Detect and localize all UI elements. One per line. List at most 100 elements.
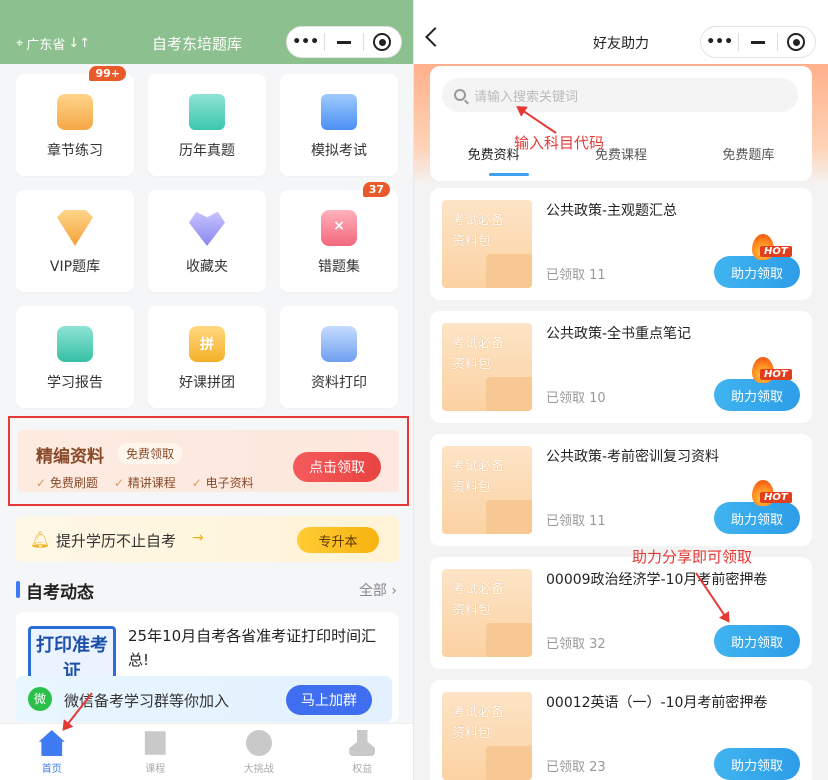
tile-mock-exam[interactable]: 模拟考试 [280,74,398,176]
tile-wrong-questions[interactable]: 37 × 错题集 [280,182,398,292]
miniprogram-capsule: ••• [700,26,816,58]
join-group-button[interactable]: 马上加群 [286,685,372,715]
course-book-icon [144,731,166,755]
search-icon [454,89,466,101]
materials-thumbnail: 考试必备 资料包 [442,323,532,411]
tile-study-report[interactable]: 学习报告 [16,306,134,408]
tab-home[interactable]: 首页 [0,724,104,780]
tab-free-question-bank[interactable]: 免费题库 [685,144,812,163]
document-icon [321,94,357,130]
materials-thumbnail: 考试必备 资料包 [442,692,532,780]
tile-label: 好课拼团 [179,375,235,391]
user-icon [349,730,376,756]
promo-feature: 电子资料 [192,474,254,491]
category-tabs: 免费资料 免费课程 免费题库 [430,144,812,163]
app-header: ⌖ 广东省 ↓↑ 自考东培题库 ••• [0,0,414,64]
search-placeholder: 请输入搜索关键词 [474,89,579,105]
feature-grid: 99+ 章节练习 历年真题 模拟考试 VIP题库 收藏夹 37 × 错题集 学习报告 … [16,66,399,408]
item-title: 00012英语（一）-10月考前密押卷 [546,695,768,711]
tab-label: 大挑战 [243,764,274,775]
claimed-count: 已领取 11 [546,268,606,283]
promo-tag: 免费领取 [118,443,183,464]
highlighted-promo-box: 精编资料 免费领取 免费刷题 精讲课程 电子资料 点击领取 [8,416,409,506]
materials-thumbnail: 考试必备 资料包 [442,446,532,534]
wechat-icon: 微 [28,687,52,711]
report-icon [57,326,93,362]
more-button[interactable]: ••• [287,27,324,57]
upgrade-button[interactable]: 专升本 [297,527,379,553]
promo-feature: 精讲课程 [114,474,176,491]
list-item[interactable]: 考试必备 资料包 公共政策-考前密训复习资料 已领取 11 助力领取 HOT [430,434,812,546]
list-item[interactable]: 考试必备 资料包 公共政策-主观题汇总 已领取 11 助力领取 HOT [430,188,812,300]
tile-group-buy[interactable]: 拼好课拼团 [148,306,266,408]
search-input[interactable]: 请输入搜索关键词 [442,78,798,112]
tab-challenge[interactable]: 大挑战 [207,724,311,780]
assist-claim-button[interactable]: 助力领取 [714,625,800,657]
list-item[interactable]: 考试必备 资料包 00009政治经济学-10月考前密押卷 已领取 32 助力领取 [430,557,812,669]
upgrade-education-banner[interactable]: 🔔︎ 提升学历不止自考 → 专升本 [16,516,399,562]
arrow-right-icon: → [192,530,204,546]
more-button[interactable]: ••• [701,27,738,57]
envelope-icon [486,746,532,780]
page-header: 好友助力 ••• [414,0,828,64]
list-item[interactable]: 考试必备 资料包 公共政策-全书重点笔记 已领取 10 助力领取 HOT [430,311,812,423]
book-icon [57,94,93,130]
search-and-tabs-card: 请输入搜索关键词 免费资料 免费课程 免费题库 [430,66,812,181]
tile-chapter-practice[interactable]: 99+ 章节练习 [16,66,134,176]
tile-label: 错题集 [318,259,360,275]
diamond-icon [57,210,93,246]
tab-courses[interactable]: 课程 [104,724,208,780]
list-item[interactable]: 考试必备 资料包 00012英语（一）-10月考前密押卷 已领取 23 助力领取 [430,680,812,780]
hot-badge: HOT [750,234,798,264]
tab-benefits[interactable]: 权益 [311,724,415,780]
minimize-icon [336,40,351,44]
close-button[interactable] [778,27,815,57]
claim-button[interactable]: 点击领取 [293,452,381,482]
tile-label: 资料打印 [311,375,367,391]
bell-icon: 🔔︎ [30,530,51,549]
wrong-book-icon: × [321,210,357,246]
minimize-button[interactable] [739,27,776,57]
close-circle-icon [787,33,806,51]
envelope-icon [486,500,532,534]
more-dots-icon: ••• [706,34,734,50]
close-button[interactable] [364,27,401,57]
tile-vip-bank[interactable]: VIP题库 [16,190,134,292]
group-buy-icon: 拼 [189,326,225,362]
section-accent-bar [16,581,20,598]
promo-feature: 免费刷题 [36,474,98,491]
hot-badge: HOT [750,357,798,387]
assist-claim-button[interactable]: 助力领取 [714,748,800,780]
heart-star-icon [189,211,225,246]
share-hint-annotation: 助力分享即可领取 [632,548,753,566]
printer-icon [321,326,357,362]
tab-label: 首页 [41,764,62,775]
search-hint-annotation: 输入科目代码 [514,134,605,152]
news-section-header: 自考动态 全部 › [16,576,399,603]
minimize-button[interactable] [325,27,362,57]
claimed-count: 已领取 32 [546,637,606,652]
tile-label: 学习报告 [47,375,103,391]
claimed-count: 已领取 23 [546,760,606,775]
count-badge: 37 [362,182,390,197]
item-title: 公共政策-考前密训复习资料 [546,449,720,465]
claimed-count: 已领取 11 [546,514,606,529]
promo-features: 免费刷题 精讲课程 电子资料 [36,474,254,491]
count-badge: 99+ [89,66,126,81]
item-title: 公共政策-全书重点笔记 [546,326,692,342]
envelope-icon [486,254,532,288]
tile-label: 收藏夹 [186,259,228,275]
close-circle-icon [373,33,392,51]
news-title: 25年10月自考各省准考证打印时间汇总! [128,627,377,669]
minimize-icon [750,40,765,44]
envelope-icon [486,623,532,657]
materials-promo-banner[interactable]: 精编资料 免费领取 免费刷题 精讲课程 电子资料 点击领取 [18,430,399,492]
see-all-link[interactable]: 全部 › [359,580,397,600]
hot-badge: HOT [750,480,798,510]
tile-label: 章节练习 [47,143,103,159]
tile-print-materials[interactable]: 资料打印 [280,306,398,408]
tile-favorites[interactable]: 收藏夹 [148,190,266,292]
tile-past-exams[interactable]: 历年真题 [148,74,266,176]
more-dots-icon: ••• [292,34,320,50]
claimed-count: 已领取 10 [546,391,606,406]
